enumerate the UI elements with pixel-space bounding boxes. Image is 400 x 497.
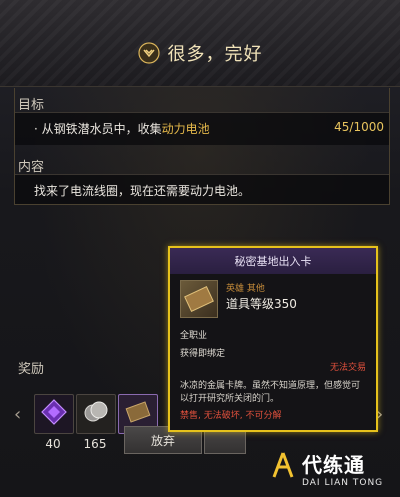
title-bar: 很多，完好 — [0, 34, 400, 72]
silver-coin-icon — [82, 398, 110, 430]
tooltip-bind: 获得即绑定 — [180, 349, 226, 359]
tooltip-class: 全职业 — [180, 331, 208, 341]
tooltip-title: 秘密基地出入卡 — [170, 248, 376, 274]
reward-count-1: 40 — [45, 437, 61, 451]
reward-slot-1[interactable] — [34, 394, 74, 434]
chevron-left-icon[interactable]: ‹ — [14, 404, 21, 425]
purple-crystal-icon — [40, 398, 68, 430]
dialog-title: 很多，完好 — [167, 44, 263, 65]
objective-prefix: 从钢铁潜水员中，收集 — [41, 122, 162, 136]
watermark-text: 代练通 — [302, 452, 365, 477]
tooltip-item-level: 道具等级350 — [226, 297, 297, 311]
tooltip-grade: 英雄 其他 — [226, 284, 265, 294]
tooltip-restriction: 禁售, 无法破坏, 不可分解 — [180, 411, 282, 421]
crest-icon — [137, 42, 160, 64]
quest-dialog: 很多，完好 目标 · 从钢铁潜水员中，收集动力电池 45/1000 内容 找来了… — [0, 0, 400, 497]
tooltip-untradeable: 无法交易 — [329, 363, 366, 373]
objective-text: · 从钢铁潜水员中，收集动力电池 — [34, 120, 210, 136]
reward-count-2: 165 — [83, 437, 107, 451]
tooltip-description: 冰凉的金属卡牌。虽然不知道原理，但感觉可以打开研究所关闭的门。 — [180, 381, 361, 404]
watermark-logo-icon — [270, 451, 296, 485]
content-text: 找来了电流线圈，现在还需要动力电池。 — [34, 184, 251, 198]
reward-slot-2[interactable] — [76, 394, 116, 434]
reward-label: 奖励 — [18, 362, 45, 377]
objective-label: 目标 — [18, 98, 45, 113]
objective-progress: 45/1000 — [334, 120, 384, 134]
bullet: · — [34, 122, 38, 136]
objective-row: · 从钢铁潜水员中，收集动力电池 45/1000 — [34, 120, 384, 136]
watermark-subtext: DAI LIAN TONG — [302, 477, 384, 488]
item-tooltip: 秘密基地出入卡 英雄 其他 道具等级350 全职业 获得即绑定 无法交易 冰凉的… — [168, 246, 378, 432]
content-label: 内容 — [18, 160, 45, 175]
watermark: 代练通 DAI LIAN TONG — [270, 440, 398, 496]
objective-target: 动力电池 — [161, 122, 210, 136]
card-icon — [180, 280, 218, 318]
